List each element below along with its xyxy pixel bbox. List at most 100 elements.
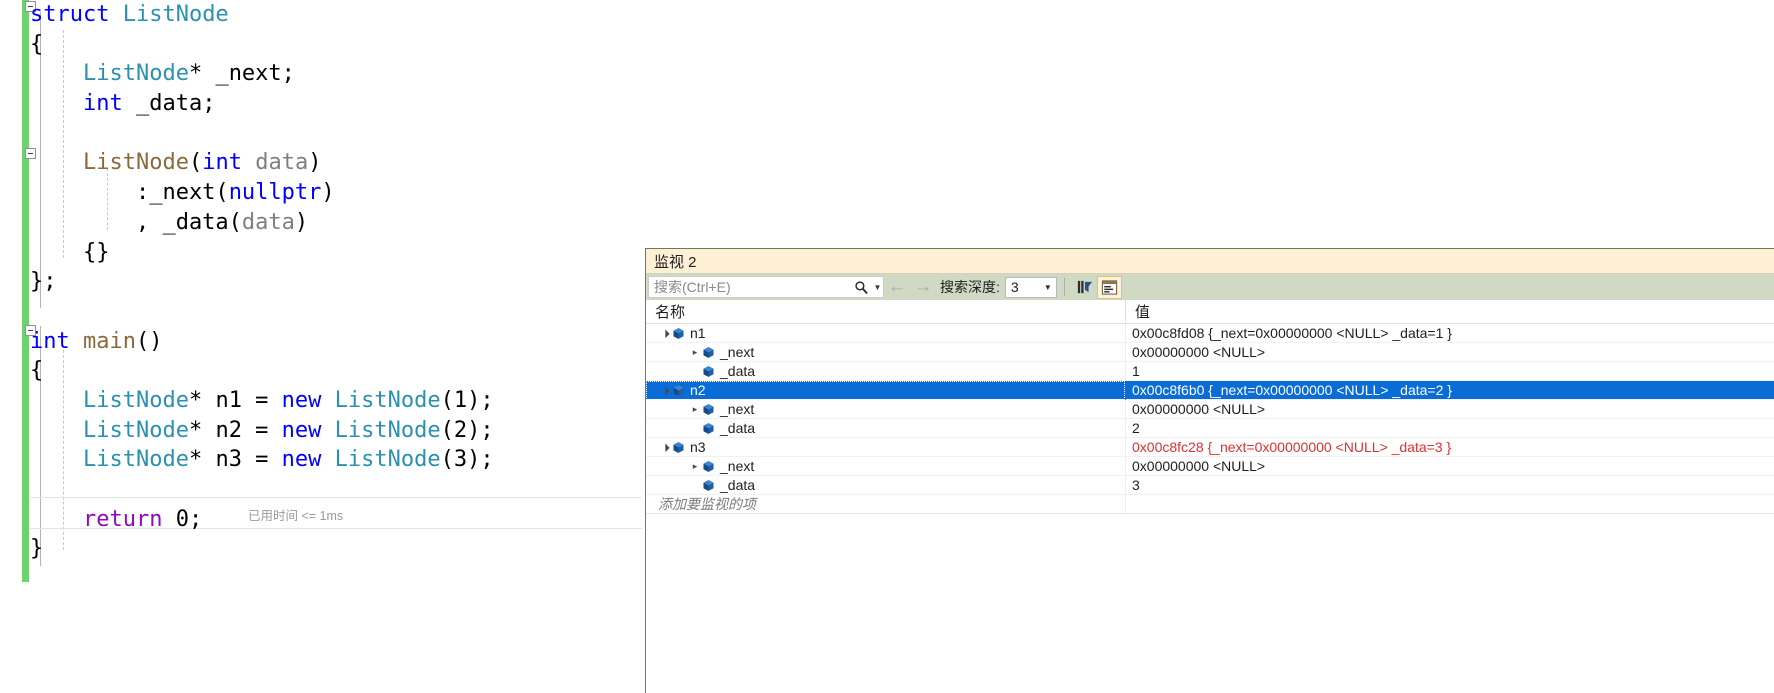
watch-row-name: n2 [690, 382, 706, 398]
column-header-name[interactable]: 名称 [646, 300, 1126, 323]
code-token: main [83, 328, 136, 354]
watch-row[interactable]: _data 3 [646, 475, 1774, 495]
watch-row-value[interactable]: 3 [1126, 476, 1774, 495]
search-box[interactable]: ▼ [648, 276, 884, 298]
code-token: { [30, 31, 44, 57]
watch-row-name-cell[interactable]: ▸ _next [646, 399, 1126, 419]
variable-icon [672, 384, 685, 397]
watch-row-name-cell[interactable]: ◢ n3 [646, 437, 1126, 457]
watch-row-name-cell[interactable]: ▸ _next [646, 342, 1126, 362]
add-watch-item-name-cell[interactable]: 添加要监视的项 [646, 494, 1126, 514]
watch-window[interactable]: 监视 2 ▼ ← → 搜索深度: 3 ▼ [645, 248, 1774, 693]
magnifier-icon[interactable] [850, 280, 872, 295]
expander-expand-triangle-icon[interactable]: ▸ [688, 347, 702, 358]
watch-row-value[interactable]: 0x00c8f6b0 {_next=0x00000000 <NULL> _dat… [1126, 381, 1774, 400]
expander-collapse-triangle-icon[interactable]: ◢ [657, 382, 673, 398]
expander-expand-triangle-icon[interactable]: ▸ [688, 461, 702, 472]
watch-row-name-cell[interactable]: ◢ n2 [646, 380, 1126, 400]
watch-row[interactable]: _data 1 [646, 361, 1774, 381]
watch-row[interactable]: ◢ n1 0x00c8fd08 {_next=0x00000000 <NULL> _… [646, 323, 1774, 343]
code-token: ListNode [82, 417, 189, 443]
expander-collapse-triangle-icon[interactable]: ◢ [657, 325, 673, 341]
code-token: {} [30, 239, 110, 265]
code-line: int _data; [30, 89, 670, 119]
hexadecimal-display-icon[interactable] [1096, 275, 1122, 299]
filter-pin-icon[interactable] [1072, 276, 1097, 299]
code-token: :_next( [30, 180, 229, 206]
code-token: _data; [122, 91, 216, 117]
code-token: return [82, 506, 163, 532]
code-token: int [82, 91, 123, 117]
watch-row-value[interactable]: 0x00000000 <NULL> [1126, 400, 1774, 419]
code-token: struct [30, 2, 123, 27]
watch-row-value[interactable]: 0x00c8fd08 {_next=0x00000000 <NULL> _dat… [1126, 324, 1774, 343]
watch-row[interactable]: ◢ n2 0x00c8f6b0 {_next=0x00000000 <NULL> _… [646, 380, 1774, 400]
watch-row-name: _data [720, 477, 756, 493]
watch-row-name-cell[interactable]: _data [646, 418, 1126, 438]
watch-row-name-cell[interactable]: _data [646, 475, 1126, 495]
code-line: return 0; [30, 505, 670, 535]
code-token: ( [188, 150, 203, 176]
watch-row-name-cell[interactable]: ◢ n1 [646, 323, 1126, 343]
code-token: ) [294, 209, 309, 235]
search-dropdown-chevron-down-icon[interactable]: ▼ [872, 283, 883, 292]
editor-glyph-margin[interactable] [0, 0, 22, 693]
watch-row-value[interactable]: 0x00c8fc28 {_next=0x00000000 <NULL> _dat… [1126, 438, 1774, 457]
code-token: * _next; [188, 61, 295, 87]
watch-row-value[interactable]: 1 [1126, 362, 1774, 381]
code-token: nullptr [228, 180, 322, 206]
search-depth-selector[interactable]: 3 ▼ [1004, 276, 1057, 298]
watch-row-value[interactable]: 0x00000000 <NULL> [1126, 343, 1774, 362]
code-token: } [30, 536, 44, 562]
focus-outline [646, 380, 1125, 400]
watch-row[interactable]: _data 2 [646, 418, 1774, 438]
watch-row[interactable]: ▸ _next 0x00000000 <NULL> [646, 456, 1774, 476]
search-depth-chevron-down-icon[interactable]: ▼ [1040, 283, 1056, 292]
watch-row-name-cell[interactable]: _data [646, 361, 1126, 381]
code-token: ) [321, 180, 335, 206]
expander-collapse-triangle-icon[interactable]: ◢ [657, 439, 673, 455]
watch-row-name-cell[interactable]: ▸ _next [646, 456, 1126, 476]
code-line: , _data(data) [30, 208, 670, 238]
code-token: }; [30, 269, 57, 295]
code-line: {} [30, 238, 670, 268]
search-input[interactable] [649, 276, 850, 298]
code-token: (3); [440, 447, 494, 473]
search-forward-arrow-right-icon[interactable]: → [910, 275, 936, 299]
code-token: ListNode [82, 150, 189, 176]
code-text[interactable]: struct ListNode { ListNode * _next; int _d… [30, 0, 670, 564]
code-token: * n1 = [188, 387, 282, 413]
watch-table-header[interactable]: 名称 值 [646, 300, 1774, 324]
watch-toolbar[interactable]: ▼ ← → 搜索深度: 3 ▼ [646, 274, 1774, 300]
code-token: ListNode [122, 2, 229, 27]
search-depth-label: 搜索深度: [940, 279, 1000, 295]
watch-window-titlebar[interactable]: 监视 2 [646, 249, 1774, 274]
code-token: , _data( [30, 209, 242, 235]
watch-row[interactable]: ◢ n3 0x00c8fc28 {_next=0x00000000 <NULL> _… [646, 437, 1774, 457]
add-watch-item-label: 添加要监视的项 [658, 496, 756, 512]
add-watch-item-row[interactable]: 添加要监视的项 [646, 494, 1774, 514]
code-token: * n2 = [188, 417, 282, 443]
column-header-value[interactable]: 值 [1126, 300, 1774, 323]
code-token: int [202, 150, 242, 176]
expander-expand-triangle-icon[interactable]: ▸ [688, 404, 702, 415]
watch-row[interactable]: ▸ _next 0x00000000 <NULL> [646, 399, 1774, 419]
variable-icon [672, 327, 685, 340]
add-watch-item-value-cell[interactable] [1126, 495, 1774, 514]
code-token: ListNode [82, 387, 189, 413]
variable-icon [702, 479, 715, 492]
search-back-arrow-left-icon[interactable]: ← [884, 275, 910, 299]
watch-row[interactable]: ▸ _next 0x00000000 <NULL> [646, 342, 1774, 362]
variable-icon [702, 365, 715, 378]
watch-row-value[interactable]: 2 [1126, 419, 1774, 438]
watch-table-body[interactable]: ◢ n1 0x00c8fd08 {_next=0x00000000 <NULL> _… [646, 323, 1774, 514]
watch-row-value[interactable]: 0x00000000 <NULL> [1126, 457, 1774, 476]
code-line: } [30, 534, 670, 564]
